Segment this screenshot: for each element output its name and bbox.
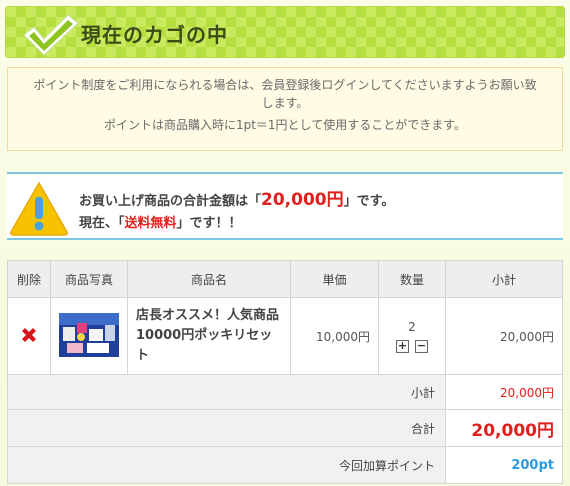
unit-price: 10,000円 — [290, 297, 379, 375]
quantity-cell: 2 + − — [378, 297, 446, 375]
product-name[interactable]: 店長オススメ！人気商品10000円ポッキリセット — [127, 297, 291, 375]
total-amount-line: お買い上げ商品の合計金額は「20,000円」です。 — [79, 185, 394, 210]
total-info-box: お買い上げ商品の合計金額は「20,000円」です。 現在、「送料無料」です！！ — [7, 172, 563, 240]
subtotal-row: 小計 20,000円 — [7, 374, 563, 410]
item-subtotal: 20,000円 — [445, 297, 563, 375]
total-row: 合計 20,000円 — [7, 409, 563, 447]
table-row: 店長オススメ！人気商品10000円ポッキリセット 10,000円 2 + − 20… — [7, 297, 563, 375]
subtotal-label: 小計 — [7, 374, 446, 410]
shipping-line: 現在、「送料無料」です！！ — [79, 212, 242, 231]
points-value: 200pt — [445, 446, 563, 484]
cart-header: 現在のカゴの中 — [5, 6, 565, 58]
subtotal-value: 20,000円 — [445, 374, 563, 410]
table-header-row: 削除 商品写真 商品名 単価 数量 小計 — [7, 260, 563, 298]
col-delete: 削除 — [7, 260, 51, 298]
col-qty: 数量 — [378, 260, 446, 298]
points-row: 今回加算ポイント 200pt — [7, 446, 563, 484]
total-amount-prefix: お買い上げ商品の合計金額は「 — [79, 194, 262, 209]
quantity-value: 2 — [408, 319, 416, 334]
warning-icon — [10, 181, 68, 236]
delete-cell — [7, 297, 51, 375]
col-photo: 商品写真 — [50, 260, 128, 298]
shipping-prefix: 現在、「 — [79, 216, 125, 231]
shipping-suffix: 」です！！ — [176, 216, 242, 231]
qty-minus-button[interactable]: − — [415, 339, 428, 353]
col-name: 商品名 — [127, 260, 291, 298]
total-label: 合計 — [7, 409, 446, 447]
points-label: 今回加算ポイント — [7, 446, 446, 484]
product-image[interactable] — [59, 312, 119, 357]
total-amount-suffix: 」です。 — [343, 194, 395, 209]
qty-plus-button[interactable]: + — [396, 339, 409, 353]
photo-cell — [50, 297, 128, 375]
page-title: 現在のカゴの中 — [81, 23, 228, 47]
col-subtotal: 小計 — [445, 260, 563, 298]
checkmark-icon — [23, 14, 79, 56]
notice-line-1: ポイント制度をご利用になられる場合は、会員登録後ログインしてくださいますようお願… — [33, 78, 537, 110]
col-price: 単価 — [290, 260, 379, 298]
delete-x-icon[interactable] — [19, 325, 39, 345]
total-value: 20,000円 — [445, 409, 563, 447]
total-amount: 20,000円 — [261, 190, 344, 210]
cart-table: 削除 商品写真 商品名 単価 数量 小計 店長オススメ！人気商品10000円ポッ… — [7, 260, 563, 484]
free-shipping-text: 送料無料 — [124, 216, 177, 231]
notice-line-2: ポイントは商品購入時に1pt＝1円として使用することができます。 — [103, 118, 467, 132]
point-notice: ポイント制度をご利用になられる場合は、会員登録後ログインしてくださいますようお願… — [7, 67, 563, 151]
